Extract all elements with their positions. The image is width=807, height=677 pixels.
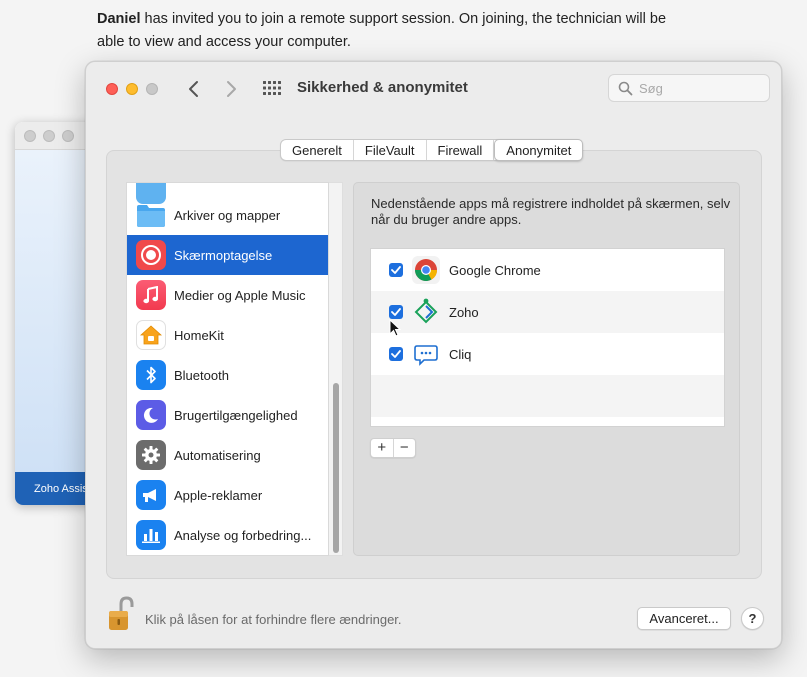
moon-icon — [136, 400, 166, 430]
help-button[interactable]: ? — [741, 607, 764, 630]
sidebar-item-screen-recording[interactable]: Skærmoptagelse — [127, 235, 328, 275]
app-row-cliq[interactable]: Cliq — [371, 333, 724, 375]
tab-firewall[interactable]: Firewall — [427, 140, 495, 160]
screen-recording-icon — [136, 240, 166, 270]
tab-anonymitet[interactable]: Anonymitet — [494, 139, 584, 161]
search-field[interactable] — [608, 74, 770, 102]
lock-icon[interactable] — [105, 596, 137, 632]
window-toolbar: Sikkerhed & anonymitet — [86, 62, 781, 114]
close-button[interactable] — [106, 83, 118, 95]
sidebar-item-label: Arkiver og mapper — [174, 207, 281, 223]
cliq-icon — [414, 345, 438, 366]
mouse-cursor-icon — [389, 319, 401, 337]
back-chevron-icon[interactable] — [186, 79, 202, 99]
search-icon — [618, 81, 633, 96]
app-label: Zoho — [449, 304, 479, 320]
traffic-lights — [106, 83, 158, 95]
sidebar-item-label: Brugertilgængelighed — [174, 407, 298, 423]
search-input[interactable] — [639, 79, 759, 98]
sidebar-scrollbar[interactable] — [329, 182, 343, 556]
sidebar-item-label: Automatisering — [174, 447, 261, 463]
sidebar-item-media-apple-music[interactable]: Medier og Apple Music — [127, 275, 328, 315]
invite-text: has invited you to join a remote support… — [97, 11, 667, 50]
screen-recording-panel: Nedenstående apps må registrere indholde… — [353, 182, 740, 556]
sidebar-item-label: Medier og Apple Music — [174, 287, 306, 303]
bluetooth-icon — [136, 360, 166, 390]
invite-message: Daniel has invited you to join a remote … — [97, 8, 687, 54]
add-app-button[interactable]: + — [371, 439, 394, 457]
advanced-button[interactable]: Avanceret... — [637, 607, 731, 630]
minimize-button[interactable] — [126, 83, 138, 95]
sidebar-item-label: HomeKit — [174, 327, 224, 343]
sidebar-item-accessibility[interactable]: Brugertilgængelighed — [127, 395, 328, 435]
preferences-window: Sikkerhed & anonymitet Generelt FileVaul… — [85, 61, 782, 649]
privacy-category-list[interactable]: Arkiver og mapper Skærmoptagelse Medier … — [126, 182, 329, 556]
sidebar-item-label: Apple-reklamer — [174, 487, 263, 503]
sidebar-item-files-and-folders[interactable]: Arkiver og mapper — [127, 195, 328, 235]
zoho-icon — [414, 298, 438, 324]
folder-icon — [136, 200, 166, 230]
chrome-icon — [412, 256, 440, 284]
app-label: Cliq — [449, 346, 472, 362]
sidebar-item-label: Bluetooth — [174, 367, 229, 383]
app-row-google-chrome[interactable]: Google Chrome — [371, 249, 724, 291]
sidebar-item-bluetooth[interactable]: Bluetooth — [127, 355, 328, 395]
tab-generelt[interactable]: Generelt — [281, 140, 354, 160]
checkbox-zoho[interactable] — [389, 305, 403, 319]
lock-message: Klik på låsen for at forhindre flere ænd… — [145, 612, 402, 627]
sidebar-item-label: Analyse og forbedring... — [174, 527, 312, 543]
add-remove-controls: + − — [370, 438, 416, 458]
sidebar-scrollbar-thumb[interactable] — [333, 383, 339, 553]
checkbox-google-chrome[interactable] — [389, 263, 403, 277]
megaphone-icon — [136, 480, 166, 510]
zoom-button[interactable] — [146, 83, 158, 95]
analytics-chart-icon — [136, 520, 166, 550]
home-icon — [136, 320, 166, 350]
checkbox-cliq[interactable] — [389, 347, 403, 361]
background-zoom-button[interactable] — [62, 129, 74, 142]
sidebar-item-analytics[interactable]: Analyse og forbedring... — [127, 515, 328, 555]
tab-bar: Generelt FileVault Firewall Anonymitet — [280, 139, 584, 161]
show-all-grid-icon[interactable] — [262, 80, 282, 96]
sidebar-item-automation[interactable]: Automatisering — [127, 435, 328, 475]
background-close-button[interactable] — [24, 129, 36, 142]
background-minimize-button[interactable] — [43, 129, 55, 142]
sidebar-item-homekit[interactable]: HomeKit — [127, 315, 328, 355]
allowed-apps-list[interactable]: Google Chrome Zoho Cliq — [370, 248, 725, 427]
sidebar-item-label: Skærmoptagelse — [174, 247, 273, 263]
empty-row — [371, 375, 724, 417]
sidebar-item-apple-advertising[interactable]: Apple-reklamer — [127, 475, 328, 515]
app-row-zoho[interactable]: Zoho — [371, 291, 724, 333]
remove-app-button[interactable]: − — [394, 439, 416, 457]
forward-chevron-icon[interactable] — [223, 79, 239, 99]
gear-icon — [136, 440, 166, 470]
tab-filevault[interactable]: FileVault — [354, 140, 427, 160]
invite-host-name: Daniel — [97, 11, 141, 27]
panel-description: Nedenstående apps må registrere indholde… — [371, 196, 731, 227]
window-title: Sikkerhed & anonymitet — [297, 79, 468, 96]
app-label: Google Chrome — [449, 262, 541, 278]
music-note-icon — [136, 280, 166, 310]
